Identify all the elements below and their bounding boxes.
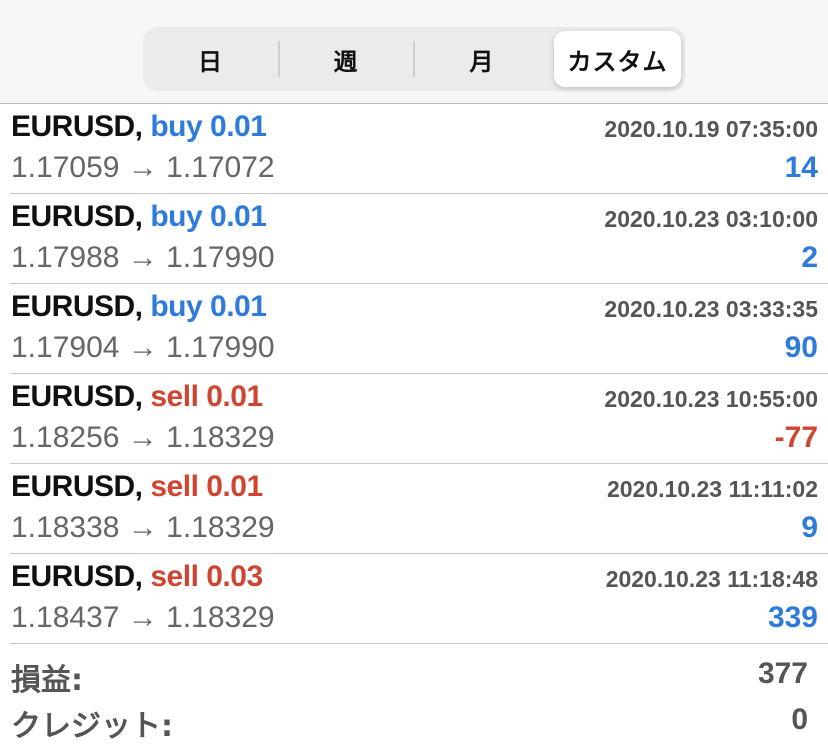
trade-time: 2020.10.23 03:10:00 bbox=[604, 206, 818, 232]
credit-row: クレジット: 0 bbox=[10, 689, 818, 744]
trade-symbol: EURUSD, bbox=[11, 380, 143, 413]
trade-title: EURUSD, buy 0.01 bbox=[11, 110, 267, 144]
trade-symbol: EURUSD, bbox=[11, 470, 143, 503]
trade-title: EURUSD, buy 0.01 bbox=[11, 200, 267, 234]
trade-title: EURUSD, sell 0.01 bbox=[11, 470, 263, 504]
profit-loss-value: 377 bbox=[757, 657, 808, 690]
arrow-icon: → bbox=[127, 421, 158, 454]
trade-time: 2020.10.23 11:18:48 bbox=[605, 566, 818, 592]
open-price: 1.18256 bbox=[11, 421, 120, 454]
close-price: 1.18329 bbox=[166, 601, 275, 634]
close-price: 1.17990 bbox=[166, 331, 275, 364]
period-segmented-control: 日 週 月 カスタム bbox=[143, 27, 685, 91]
trade-action: buy 0.01 bbox=[150, 110, 267, 143]
close-price: 1.18329 bbox=[166, 421, 275, 454]
trade-profit: 9 bbox=[801, 511, 818, 544]
open-price: 1.18338 bbox=[11, 511, 120, 544]
arrow-icon: → bbox=[127, 511, 158, 544]
credit-value: 0 bbox=[791, 703, 808, 736]
tab-month[interactable]: 月 bbox=[414, 31, 550, 87]
trade-history-list: EURUSD, buy 0.01 2020.10.19 07:35:00 1.1… bbox=[0, 104, 828, 644]
trade-time: 2020.10.23 11:11:02 bbox=[606, 476, 818, 502]
trade-title: EURUSD, buy 0.01 bbox=[11, 290, 267, 324]
trade-profit: 14 bbox=[784, 151, 818, 184]
trade-action: buy 0.01 bbox=[150, 290, 267, 323]
trade-symbol: EURUSD, bbox=[11, 290, 143, 323]
trade-action: buy 0.01 bbox=[150, 200, 267, 233]
trade-prices: 1.17904 → 1.17990 bbox=[11, 331, 275, 365]
trade-row[interactable]: EURUSD, buy 0.01 2020.10.19 07:35:00 1.1… bbox=[10, 104, 828, 194]
credit-label: クレジット: bbox=[11, 709, 173, 744]
period-header: 日 週 月 カスタム bbox=[0, 0, 828, 104]
trade-prices: 1.17988 → 1.17990 bbox=[11, 241, 275, 275]
trade-profit: 2 bbox=[801, 241, 818, 274]
trade-row[interactable]: EURUSD, sell 0.01 2020.10.23 11:11:02 1.… bbox=[10, 464, 828, 554]
profit-loss-row: 損益: 377 bbox=[10, 643, 818, 698]
trade-action: sell 0.01 bbox=[150, 380, 263, 413]
trade-row[interactable]: EURUSD, sell 0.01 2020.10.23 10:55:00 1.… bbox=[10, 374, 828, 464]
trade-prices: 1.18437 → 1.18329 bbox=[11, 601, 275, 635]
trade-action: sell 0.03 bbox=[150, 560, 263, 593]
trade-prices: 1.18256 → 1.18329 bbox=[11, 421, 275, 455]
trade-row[interactable]: EURUSD, buy 0.01 2020.10.23 03:10:00 1.1… bbox=[10, 194, 828, 284]
trade-profit: 90 bbox=[784, 331, 818, 364]
trade-time: 2020.10.23 10:55:00 bbox=[604, 386, 818, 412]
close-price: 1.17072 bbox=[166, 151, 275, 184]
arrow-icon: → bbox=[127, 151, 158, 184]
arrow-icon: → bbox=[127, 331, 158, 364]
account-summary: 損益: 377 クレジット: 0 bbox=[10, 643, 818, 744]
trade-row[interactable]: EURUSD, sell 0.03 2020.10.23 11:18:48 1.… bbox=[10, 554, 828, 644]
trade-profit: -77 bbox=[774, 421, 818, 454]
trade-time: 2020.10.23 03:33:35 bbox=[604, 296, 818, 322]
trade-symbol: EURUSD, bbox=[11, 560, 143, 593]
trade-symbol: EURUSD, bbox=[11, 110, 143, 143]
open-price: 1.18437 bbox=[11, 601, 120, 634]
open-price: 1.17904 bbox=[11, 331, 120, 364]
arrow-icon: → bbox=[127, 241, 158, 274]
trade-symbol: EURUSD, bbox=[11, 200, 143, 233]
open-price: 1.17059 bbox=[11, 151, 120, 184]
trade-time: 2020.10.19 07:35:00 bbox=[604, 116, 818, 142]
trade-action: sell 0.01 bbox=[150, 470, 263, 503]
trade-title: EURUSD, sell 0.03 bbox=[11, 560, 263, 594]
open-price: 1.17988 bbox=[11, 241, 120, 274]
trade-prices: 1.17059 → 1.17072 bbox=[11, 151, 275, 185]
tab-custom[interactable]: カスタム bbox=[554, 31, 681, 87]
trade-prices: 1.18338 → 1.18329 bbox=[11, 511, 275, 545]
tab-day[interactable]: 日 bbox=[143, 31, 278, 87]
close-price: 1.17990 bbox=[166, 241, 275, 274]
close-price: 1.18329 bbox=[166, 511, 275, 544]
tab-week[interactable]: 週 bbox=[278, 31, 414, 87]
trade-profit: 339 bbox=[767, 601, 818, 634]
trade-title: EURUSD, sell 0.01 bbox=[11, 380, 263, 414]
arrow-icon: → bbox=[127, 601, 158, 634]
trade-row[interactable]: EURUSD, buy 0.01 2020.10.23 03:33:35 1.1… bbox=[10, 284, 828, 374]
